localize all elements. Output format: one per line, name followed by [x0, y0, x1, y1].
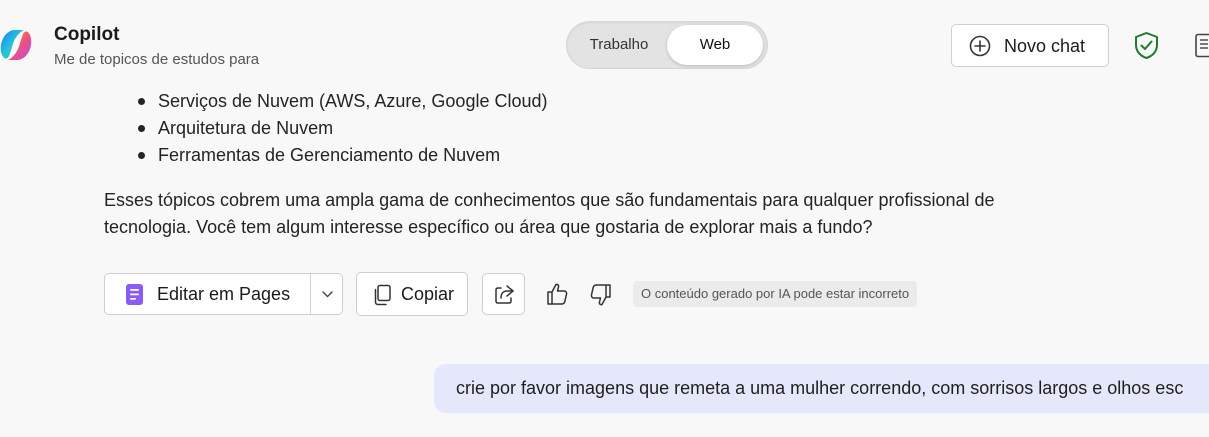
list-item: Ferramentas de Gerenciamento de Nuvem: [137, 142, 548, 169]
conversation-title: Me de topicos de estudos para: [54, 51, 260, 68]
user-message-bubble: crie por favor imagens que remeta a uma …: [434, 364, 1209, 413]
edit-in-pages-button[interactable]: Editar em Pages: [104, 273, 343, 315]
copy-icon: [374, 284, 391, 306]
ai-disclaimer-badge: O conteúdo gerado por IA pode estar inco…: [633, 281, 918, 307]
mode-option-web[interactable]: Web: [667, 25, 763, 65]
thumbs-up-icon[interactable]: [545, 281, 569, 307]
list-item: Arquitetura de Nuvem: [137, 115, 548, 142]
edit-in-pages-dropdown[interactable]: [311, 274, 343, 314]
plus-circle-icon: [969, 35, 991, 57]
app-title: Copilot: [54, 24, 120, 45]
shield-check-icon[interactable]: [1133, 31, 1160, 60]
mode-toggle: Trabalho Web: [566, 21, 768, 69]
pages-icon: [126, 284, 143, 305]
top-bar: Copilot Me de topicos de estudos para Tr…: [0, 0, 1209, 90]
copy-label: Copiar: [401, 284, 455, 304]
notebook-icon[interactable]: [1194, 33, 1209, 59]
share-button[interactable]: [482, 273, 525, 315]
response-paragraph: Esses tópicos cobrem uma ampla gama de c…: [104, 190, 995, 237]
list-item: Serviços de Nuvem (AWS, Azure, Google Cl…: [137, 88, 548, 115]
mode-option-work[interactable]: Trabalho: [569, 22, 669, 68]
thumbs-down-icon[interactable]: [589, 282, 613, 308]
new-chat-label: Novo chat: [1004, 36, 1086, 56]
share-icon: [495, 285, 514, 304]
edit-in-pages-label: Editar em Pages: [157, 284, 291, 304]
new-chat-button[interactable]: Novo chat: [951, 24, 1109, 67]
chevron-down-icon: [322, 291, 333, 298]
copy-button[interactable]: Copiar: [356, 272, 468, 316]
copilot-logo-icon: [0, 30, 32, 60]
response-bullet-list: Serviços de Nuvem (AWS, Azure, Google Cl…: [137, 88, 548, 169]
